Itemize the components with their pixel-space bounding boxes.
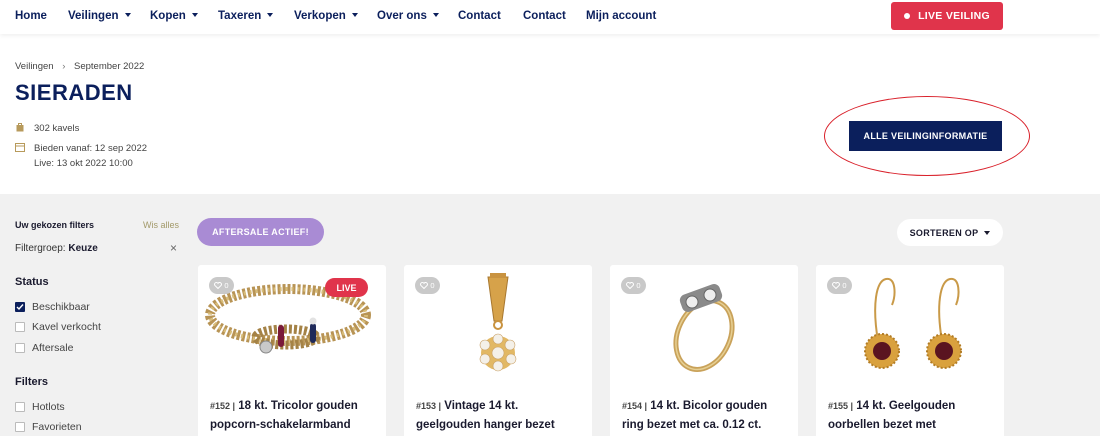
filter-hotlots[interactable]: Hotlots <box>15 401 65 413</box>
nav-home[interactable]: Home <box>15 10 47 22</box>
filtergroup-label: Filtergroep: <box>15 243 66 254</box>
live-badge: LIVE <box>325 278 368 297</box>
bag-icon <box>16 123 24 132</box>
favorite-button[interactable]: 0 <box>621 277 646 294</box>
nav-mijn-account[interactable]: Mijn account <box>586 10 656 22</box>
breadcrumb: Veilingen › September 2022 <box>15 61 144 72</box>
lot-title-line1: 14 kt. Geelgouden <box>856 400 956 412</box>
status-kavel-verkocht[interactable]: Kavel verkocht <box>15 321 101 333</box>
favorite-count: 0 <box>430 281 435 290</box>
close-icon[interactable]: × <box>170 241 177 255</box>
chevron-down-icon <box>351 13 358 17</box>
chosen-filters-heading: Uw gekozen filters <box>15 220 95 230</box>
nav-contact[interactable]: Contact <box>458 10 501 22</box>
status-heading: Status <box>15 276 49 288</box>
lot-title-line1: 14 kt. Bicolor gouden <box>650 400 768 412</box>
chevron-down-icon <box>124 13 131 17</box>
heart-icon <box>214 282 223 289</box>
heart-icon <box>420 282 429 289</box>
filtergroup-value: Keuze <box>68 243 98 254</box>
status-beschikbaar[interactable]: Beschikbaar <box>15 301 90 313</box>
chevron-down-icon <box>191 13 198 17</box>
auction-dates: Bieden vanaf: 12 sep 2022 Live: 13 okt 2… <box>15 141 147 171</box>
lot-number: #155 | <box>828 401 854 411</box>
lot-card[interactable]: 0 #153 | Vintage 14 kt. geelgouden hange… <box>404 265 592 436</box>
nav-veilingen[interactable]: Veilingen <box>68 10 131 22</box>
filters-heading: Filters <box>15 376 49 388</box>
filtergroup-chip: Filtergroep: Keuze <box>15 243 98 254</box>
live-veiling-button[interactable]: LIVE VEILING <box>891 2 1003 30</box>
favorite-count: 0 <box>842 281 847 290</box>
status-aftersale[interactable]: Aftersale <box>15 342 73 354</box>
checkbox-icon[interactable] <box>15 343 25 353</box>
lot-title-line2: ring bezet met ca. 0.12 ct. <box>622 419 762 431</box>
breadcrumb-current: September 2022 <box>74 61 145 72</box>
nav-verkopen[interactable]: Verkopen <box>294 10 358 22</box>
all-auction-info-button[interactable]: ALLE VEILINGINFORMATIE <box>849 121 1002 151</box>
lot-title-line2: popcorn-schakelarmband <box>210 419 351 431</box>
breadcrumb-veilingen[interactable]: Veilingen <box>15 61 54 72</box>
live-date-text: Live: 13 okt 2022 10:00 <box>34 158 133 169</box>
lot-count-text: 302 kavels <box>34 123 80 134</box>
checkbox-checked-icon[interactable] <box>15 302 25 312</box>
status-option-label: Beschikbaar <box>32 301 90 313</box>
chevron-down-icon <box>432 13 439 17</box>
lot-card[interactable]: 0 #154 | 14 kt. Bicolor gouden ring beze… <box>610 265 798 436</box>
lot-title-line1: Vintage 14 kt. <box>444 400 519 412</box>
favorite-count: 0 <box>636 281 641 290</box>
lot-title-line2: geelgouden hanger bezet <box>416 419 555 431</box>
live-dot-icon <box>904 13 911 19</box>
lot-title-line2: oorbellen bezet met <box>828 419 936 431</box>
nav-contact-2[interactable]: Contact <box>523 10 566 22</box>
lot-title[interactable]: #155 | 14 kt. Geelgouden oorbellen bezet… <box>828 397 996 435</box>
lot-title-line1: 18 kt. Tricolor gouden <box>238 400 358 412</box>
aftersale-active-button[interactable]: AFTERSALE ACTIEF! <box>197 218 324 246</box>
lot-number: #154 | <box>622 401 648 411</box>
nav-over-ons[interactable]: Over ons <box>377 10 439 22</box>
calendar-icon <box>15 143 25 152</box>
favorite-button[interactable]: 0 <box>209 277 234 294</box>
nav-taxeren[interactable]: Taxeren <box>218 10 274 22</box>
chevron-down-icon <box>267 13 274 17</box>
bid-from-text: Bieden vanaf: 12 sep 2022 <box>34 143 148 154</box>
lot-count: 302 kavels <box>15 121 79 136</box>
nav-kopen[interactable]: Kopen <box>150 10 198 22</box>
chevron-right-icon: › <box>62 61 66 72</box>
top-navigation: Home Veilingen Kopen Taxeren Verkopen Ov… <box>0 0 1100 34</box>
checkbox-icon[interactable] <box>15 402 25 412</box>
status-option-label: Kavel verkocht <box>32 321 101 333</box>
favorite-button[interactable]: 0 <box>827 277 852 294</box>
heart-icon <box>832 282 841 289</box>
chevron-down-icon <box>984 230 991 235</box>
filter-option-label: Favorieten <box>32 421 82 433</box>
clear-all-link[interactable]: Wis alles <box>143 220 179 230</box>
lot-title[interactable]: #154 | 14 kt. Bicolor gouden ring bezet … <box>622 397 790 435</box>
status-option-label: Aftersale <box>32 342 74 354</box>
page-title: SIERADEN <box>15 80 133 105</box>
sort-button[interactable]: SORTEREN OP <box>897 219 1003 246</box>
checkbox-icon[interactable] <box>15 322 25 332</box>
filter-option-label: Hotlots <box>32 401 65 413</box>
live-veiling-label: LIVE VEILING <box>918 10 990 22</box>
favorite-button[interactable]: 0 <box>415 277 440 294</box>
heart-icon <box>626 282 635 289</box>
checkbox-icon[interactable] <box>15 422 25 432</box>
lot-number: #153 | <box>416 401 442 411</box>
lot-title[interactable]: #153 | Vintage 14 kt. geelgouden hanger … <box>416 397 584 435</box>
favorite-count: 0 <box>224 281 229 290</box>
lot-title[interactable]: #152 | 18 kt. Tricolor gouden popcorn-sc… <box>210 397 378 435</box>
filter-favorieten[interactable]: Favorieten <box>15 421 82 433</box>
lot-card[interactable]: 0 LIVE #152 | 18 kt. Tricolor gouden pop… <box>198 265 386 436</box>
lot-card[interactable]: 0 #155 | 14 kt. Geelgouden oorbellen bez… <box>816 265 1004 436</box>
lot-number: #152 | <box>210 401 236 411</box>
